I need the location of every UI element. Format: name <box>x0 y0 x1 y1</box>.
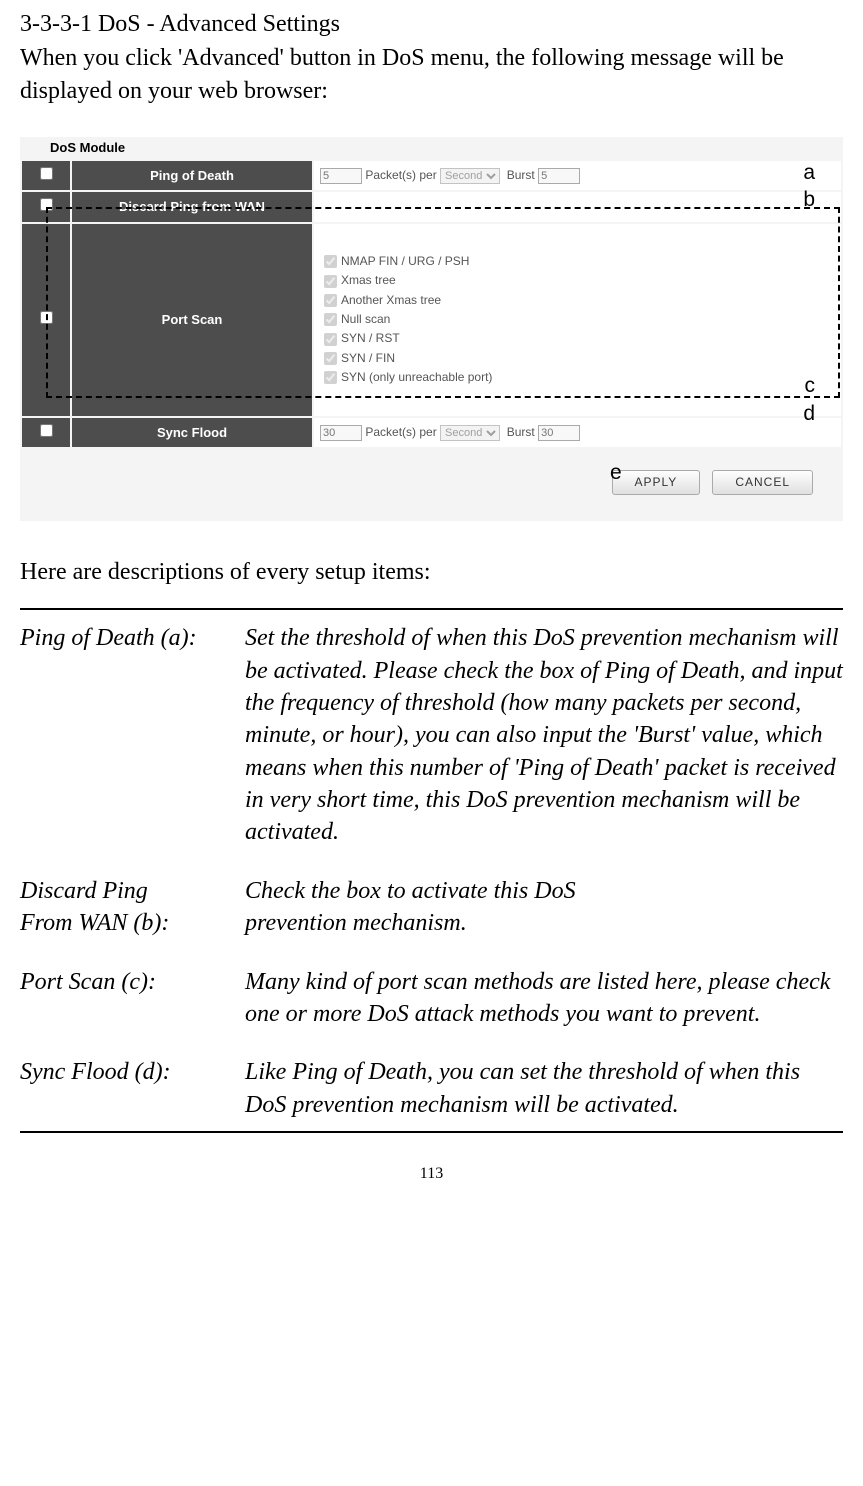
row-sync-flood: Sync Flood Packet(s) per Second Burst <box>22 418 841 448</box>
def-label: Ping of Death (a): <box>20 622 245 849</box>
burst-text: Burst <box>507 425 535 439</box>
section-heading: 3-3-3-1 DoS - Advanced Settings <box>20 8 843 40</box>
def-text: Many kind of port scan methods are liste… <box>245 966 843 1031</box>
portscan-opt-checkbox[interactable] <box>324 313 337 326</box>
intro-text: When you click 'Advanced' button in DoS … <box>20 42 843 107</box>
portscan-opt-label: Xmas tree <box>341 273 396 287</box>
sync-flood-packets-input[interactable] <box>320 425 362 441</box>
portscan-opt-checkbox[interactable] <box>324 255 337 268</box>
port-scan-option: SYN / RST <box>320 329 835 348</box>
def-text: Set the threshold of when this DoS preve… <box>245 622 843 849</box>
def-discard-ping: Discard Ping From WAN (b): Check the box… <box>20 875 843 940</box>
port-scan-label: Port Scan <box>72 224 312 416</box>
ping-of-death-label: Ping of Death <box>72 161 312 191</box>
divider-bottom <box>20 1131 843 1133</box>
def-port-scan: Port Scan (c): Many kind of port scan me… <box>20 966 843 1031</box>
sync-flood-label: Sync Flood <box>72 418 312 448</box>
port-scan-option: SYN (only unreachable port) <box>320 368 835 387</box>
ping-of-death-burst-input[interactable] <box>538 168 580 184</box>
port-scan-option: Xmas tree <box>320 271 835 290</box>
discard-ping-checkbox[interactable] <box>40 198 53 211</box>
ping-of-death-checkbox[interactable] <box>40 167 53 180</box>
marker-c: c <box>805 372 816 400</box>
port-scan-option: NMAP FIN / URG / PSH <box>320 252 835 271</box>
apply-button[interactable]: APPLY <box>612 470 701 494</box>
def-sync-flood: Sync Flood (d): Like Ping of Death, you … <box>20 1056 843 1121</box>
def-text: Like Ping of Death, you can set the thre… <box>245 1056 843 1121</box>
marker-d: d <box>803 400 815 428</box>
port-scan-checkbox[interactable] <box>40 311 53 324</box>
port-scan-options: NMAP FIN / URG / PSH Xmas tree Another X… <box>320 252 835 387</box>
portscan-opt-label: Another Xmas tree <box>341 293 441 307</box>
portscan-opt-checkbox[interactable] <box>324 371 337 384</box>
sync-flood-burst-input[interactable] <box>538 425 580 441</box>
ping-of-death-unit-select[interactable]: Second <box>440 168 500 184</box>
portscan-opt-checkbox[interactable] <box>324 294 337 307</box>
marker-e: e <box>610 459 622 487</box>
def-text: Check the box to activate this DoS preve… <box>245 875 843 940</box>
marker-a: a <box>803 159 815 187</box>
divider-top <box>20 608 843 610</box>
row-port-scan: Port Scan NMAP FIN / URG / PSH Xmas tree… <box>22 224 841 416</box>
marker-b: b <box>803 186 815 214</box>
portscan-opt-checkbox[interactable] <box>324 352 337 365</box>
portscan-opt-checkbox[interactable] <box>324 275 337 288</box>
packets-per-text: Packet(s) per <box>365 425 436 439</box>
buttons-row: APPLY CANCEL <box>20 449 843 495</box>
row-discard-ping: Discard Ping from WAN <box>22 192 841 222</box>
port-scan-option: Another Xmas tree <box>320 291 835 310</box>
page-number: 113 <box>20 1163 843 1185</box>
def-label: Port Scan (c): <box>20 966 245 1031</box>
discard-ping-label: Discard Ping from WAN <box>72 192 312 222</box>
sync-flood-checkbox[interactable] <box>40 424 53 437</box>
portscan-opt-label: Null scan <box>341 312 390 326</box>
port-scan-option: SYN / FIN <box>320 349 835 368</box>
cancel-button[interactable]: CANCEL <box>712 470 813 494</box>
portscan-opt-checkbox[interactable] <box>324 333 337 346</box>
portscan-opt-label: NMAP FIN / URG / PSH <box>341 254 469 268</box>
dos-settings-table: Ping of Death Packet(s) per Second Burst… <box>20 159 843 450</box>
definitions: Ping of Death (a): Set the threshold of … <box>20 622 843 1121</box>
portscan-opt-label: SYN / RST <box>341 331 400 345</box>
row-ping-of-death: Ping of Death Packet(s) per Second Burst <box>22 161 841 191</box>
def-label: Discard Ping From WAN (b): <box>20 875 245 940</box>
portscan-opt-label: SYN / FIN <box>341 351 395 365</box>
descriptions-intro: Here are descriptions of every setup ite… <box>20 556 843 588</box>
dos-module-screenshot: DoS Module Ping of Death Packet(s) per S… <box>20 137 843 521</box>
sync-flood-unit-select[interactable]: Second <box>440 425 500 441</box>
port-scan-option: Null scan <box>320 310 835 329</box>
packets-per-text: Packet(s) per <box>365 168 436 182</box>
def-label: Sync Flood (d): <box>20 1056 245 1121</box>
module-title: DoS Module <box>20 137 843 159</box>
burst-text: Burst <box>507 168 535 182</box>
ping-of-death-packets-input[interactable] <box>320 168 362 184</box>
portscan-opt-label: SYN (only unreachable port) <box>341 370 492 384</box>
def-ping-of-death: Ping of Death (a): Set the threshold of … <box>20 622 843 849</box>
